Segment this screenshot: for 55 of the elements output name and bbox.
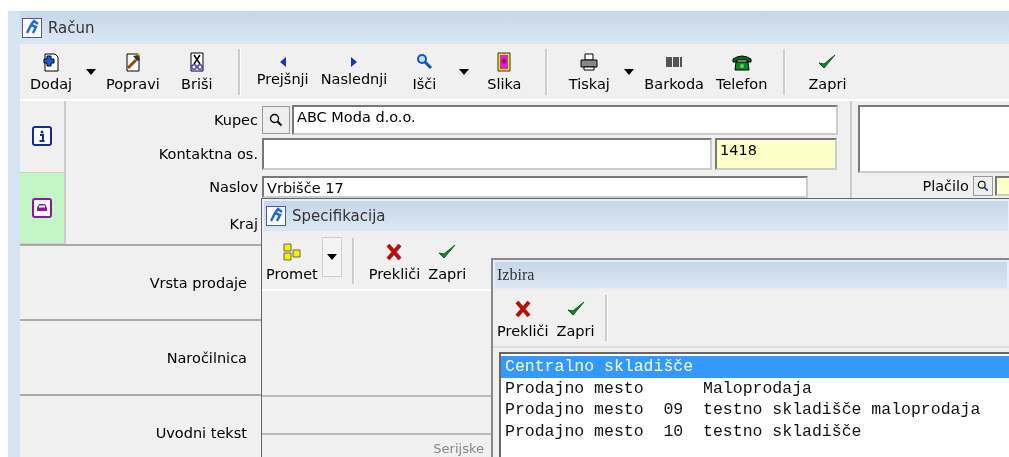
toolbar-button[interactable]: Prejšnji bbox=[250, 56, 315, 87]
lookup-button[interactable] bbox=[973, 176, 993, 196]
toolbar-button[interactable]: Zapri bbox=[424, 240, 471, 282]
input-field[interactable]: Vrbišče 17 bbox=[262, 175, 808, 198]
field-label: Kontaktna os. bbox=[157, 146, 259, 162]
app-icon bbox=[266, 206, 286, 226]
section-label: Naročilnica bbox=[165, 349, 248, 366]
list-item[interactable]: Prodajno mesto Maloprodaja bbox=[501, 377, 1009, 399]
text-area[interactable] bbox=[858, 105, 1009, 173]
field-label: Plačilo bbox=[922, 178, 970, 194]
info-icon bbox=[32, 126, 52, 147]
app-icon bbox=[22, 17, 42, 38]
toolbar-button[interactable]: Zapri bbox=[552, 297, 599, 339]
input-field[interactable] bbox=[262, 138, 712, 170]
left-triangle-icon bbox=[278, 56, 287, 68]
toolbar-button[interactable]: Prekliči bbox=[364, 240, 425, 282]
field-label: Kupec bbox=[212, 112, 259, 128]
input-field[interactable]: 1418 bbox=[715, 138, 837, 170]
printer-icon bbox=[578, 51, 601, 73]
right-triangle-icon bbox=[350, 56, 358, 68]
toolbar-button[interactable]: Promet bbox=[262, 240, 322, 282]
toolbar-button[interactable]: Briši bbox=[165, 51, 228, 92]
list-item[interactable]: Prodajno mesto 10 testno skladišče bbox=[501, 420, 1009, 442]
toolbar-button[interactable]: Dodaj bbox=[20, 51, 82, 92]
dropdown-button[interactable] bbox=[321, 237, 342, 277]
lookup-button[interactable] bbox=[262, 106, 290, 134]
caret-icon bbox=[86, 68, 96, 75]
toolbar-button[interactable]: Išči bbox=[393, 51, 456, 92]
field-label: Naslov bbox=[208, 178, 259, 195]
search-icon bbox=[269, 113, 283, 127]
field-label: Kraj bbox=[228, 216, 259, 233]
toolbar-button[interactable]: Tiskaj bbox=[558, 51, 621, 92]
search-icon bbox=[977, 180, 989, 192]
caret-icon bbox=[326, 254, 337, 260]
list-item[interactable]: Prodajno mesto 09 testno skladišče maloprodaja bbox=[501, 399, 1009, 421]
section-label: Vrsta prodaje bbox=[148, 274, 248, 291]
section-label: Uvodni tekst bbox=[154, 424, 248, 441]
toolbar-button[interactable]: Zapri bbox=[796, 51, 859, 92]
caret-icon bbox=[459, 68, 470, 75]
toolbar-button[interactable]: Telefon bbox=[710, 51, 774, 92]
window-title: Specifikacija bbox=[292, 207, 386, 225]
toolbar-button[interactable]: Naslednji bbox=[314, 56, 394, 87]
input-field[interactable] bbox=[995, 176, 1009, 196]
caret-icon bbox=[624, 68, 635, 75]
side-tab[interactable] bbox=[20, 172, 64, 244]
toolbar-button[interactable]: Prekliči bbox=[493, 297, 553, 339]
grid-icon bbox=[280, 240, 303, 263]
window-title: Izbira bbox=[497, 266, 535, 284]
field-label: Serijske bbox=[432, 441, 485, 456]
toolbar-button[interactable]: Popravi bbox=[100, 51, 166, 92]
input-field[interactable]: ABC Moda d.o.o. bbox=[292, 105, 838, 135]
add-document-icon bbox=[40, 51, 62, 73]
toolbar-button[interactable]: Slika bbox=[473, 51, 536, 92]
window-title: Račun bbox=[48, 18, 95, 37]
toolbar-button[interactable]: Barkoda bbox=[638, 51, 710, 92]
